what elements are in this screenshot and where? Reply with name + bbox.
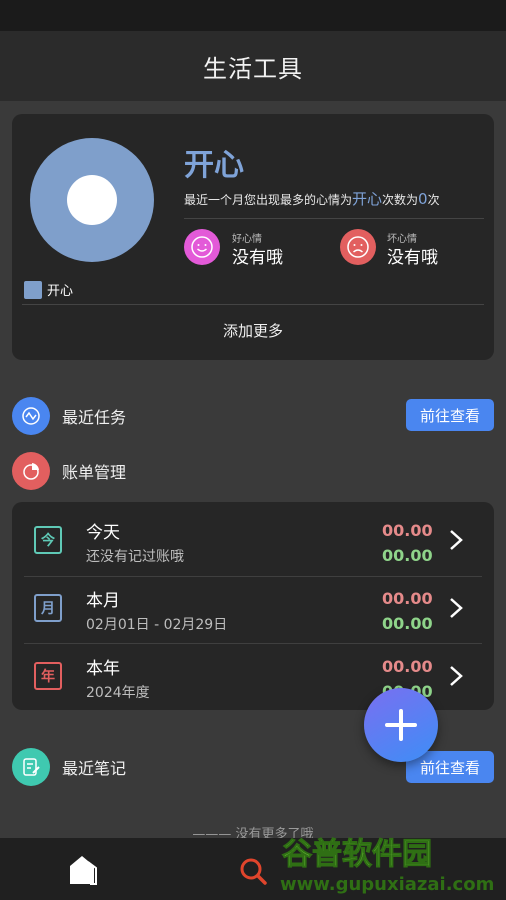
expense-amount: 00.00 [382,657,433,676]
recent-tasks-label: 最近任务 [62,408,127,427]
page-title: 生活工具 [203,54,303,83]
chevron-right-icon [450,530,463,550]
app-header: 生活工具 [0,31,506,101]
divider [184,218,484,219]
expense-amount: 00.00 [382,589,433,608]
income-amount: 00.00 [382,614,433,633]
home-icon[interactable] [66,852,102,888]
bill-item-subtitle: 2024年度 [86,685,150,701]
summary-mood: 开心 [352,190,383,208]
bill-item-subtitle: 还没有记过账哦 [86,549,184,565]
legend-label: 开心 [47,284,74,299]
divider [22,304,484,305]
bill-item-title: 今天 [86,523,120,543]
recent-tasks-row: 最近任务 [12,397,126,435]
legend-swatch [24,280,42,299]
pie-chart-icon [12,452,50,490]
mood-summary: 最近一个月您出现最多的心情为开心次数为0次 [184,188,440,209]
plus-icon [385,709,417,741]
bill-item-subtitle: 02月01日 - 02月29日 [86,617,228,633]
bill-item-month[interactable]: 月 本月 02月01日 - 02月29日 00.00 00.00 [12,574,494,641]
good-mood-value: 没有哦 [232,248,283,268]
chevron-right-icon [450,598,463,618]
income-amount: 00.00 [382,546,433,565]
bad-mood-frown-icon [340,229,376,265]
expense-amount: 00.00 [382,521,433,540]
month-badge: 月 [34,594,62,622]
mood-title: 开心 [184,148,244,183]
summary-count: 0 [418,190,428,208]
year-badge: 年 [34,662,62,690]
tasks-icon [12,397,50,435]
summary-mid: 次数为 [382,193,419,207]
bill-item-title: 本年 [86,659,120,679]
bill-card: 今 今天 还没有记过账哦 00.00 00.00 月 本月 02月01日 - 0… [12,502,494,710]
search-icon[interactable] [238,856,268,886]
bill-management-row: 账单管理 [12,452,126,490]
mood-donut-chart [30,138,154,262]
summary-prefix: 最近一个月您出现最多的心情为 [184,193,353,207]
bill-item-title: 本月 [86,591,120,611]
recent-notes-label: 最近笔记 [62,759,127,778]
recent-notes-row: 最近笔记 [12,748,126,786]
today-badge: 今 [34,526,62,554]
good-mood-smile-icon [184,229,220,265]
status-bar [0,0,506,31]
tasks-view-button[interactable]: 前往查看 [406,399,494,431]
mood-card: 开心 开心 最近一个月您出现最多的心情为开心次数为0次 好心情 没有哦 坏心情 … [12,114,494,360]
bottom-tab-bar [0,838,506,900]
add-more-button[interactable]: 添加更多 [12,320,494,341]
bill-management-label: 账单管理 [62,463,127,482]
add-fab-button[interactable] [364,688,438,762]
chevron-right-icon [450,666,463,686]
note-icon [12,748,50,786]
bill-item-today[interactable]: 今 今天 还没有记过账哦 00.00 00.00 [12,506,494,573]
chart-legend: 开心 [24,280,73,299]
summary-suffix: 次 [427,193,440,207]
bad-mood-value: 没有哦 [387,248,438,268]
donut-hole [67,175,117,225]
